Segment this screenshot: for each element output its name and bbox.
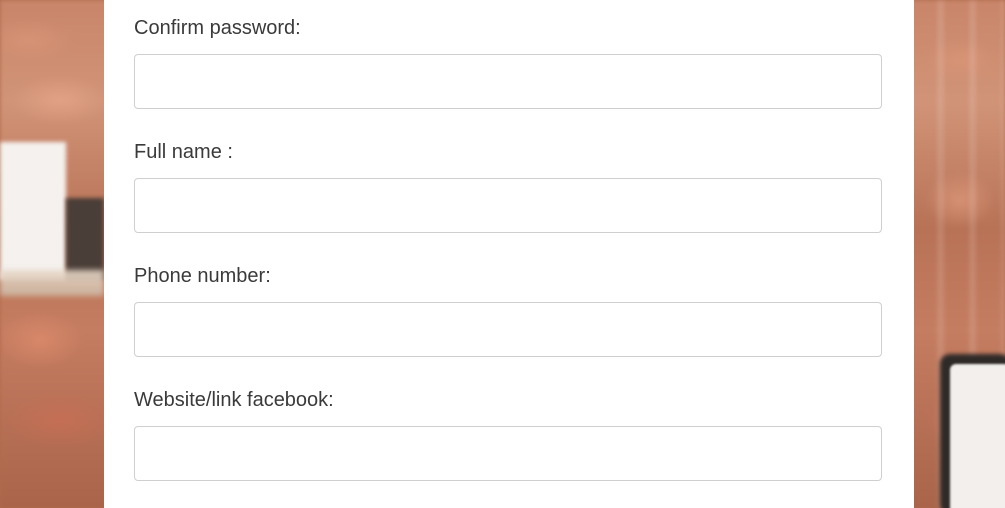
- background-right-frame-inner: [950, 364, 1005, 508]
- background-shelf: [0, 270, 104, 296]
- confirm-password-label: Confirm password:: [134, 17, 301, 39]
- background-frame: [66, 198, 104, 280]
- registration-form-panel: Confirm password: Full name : Phone numb…: [104, 0, 914, 508]
- phone-number-label: Phone number:: [134, 265, 271, 287]
- full-name-input[interactable]: [134, 178, 882, 233]
- full-name-label: Full name :: [134, 141, 233, 163]
- phone-number-input[interactable]: [134, 302, 882, 357]
- background-card: [0, 142, 66, 280]
- website-facebook-input[interactable]: [134, 426, 882, 481]
- website-facebook-label: Website/link facebook:: [134, 389, 334, 411]
- confirm-password-input[interactable]: [134, 54, 882, 109]
